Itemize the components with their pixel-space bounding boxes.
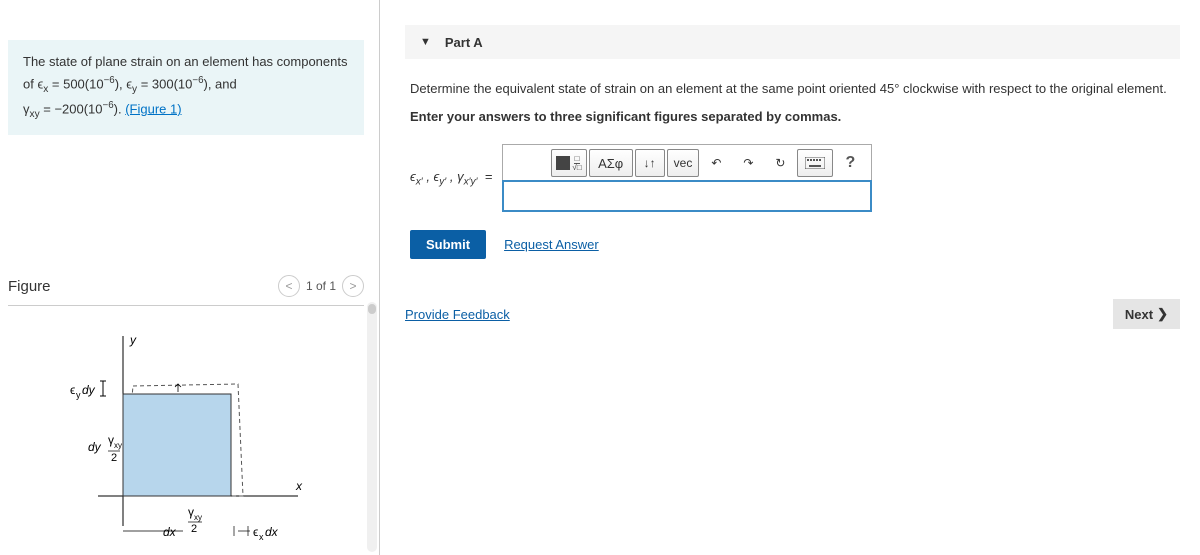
figure-counter: 1 of 1 <box>306 279 336 293</box>
next-button[interactable]: Next ❯ <box>1113 299 1180 329</box>
answer-variable-label: ϵx′ , ϵy′ , γx′y′ = <box>410 169 492 188</box>
answer-box: □√□ ΑΣφ ↓↑ vec ↶ ↷ ↻ ? <box>502 144 872 212</box>
svg-text:x: x <box>259 532 264 542</box>
request-answer-link[interactable]: Request Answer <box>504 237 599 252</box>
figure-diagram: x y ϵ y dy dy γ xy 2 γ <box>8 306 364 549</box>
question-text: Determine the equivalent state of strain… <box>405 79 1180 99</box>
part-header[interactable]: ▼ Part A <box>405 25 1180 59</box>
template-tool[interactable]: □√□ <box>551 149 586 177</box>
svg-text:dy: dy <box>82 383 96 397</box>
provide-feedback-link[interactable]: Provide Feedback <box>405 307 510 322</box>
svg-text:ϵ: ϵ <box>253 525 258 539</box>
figure-scrollbar[interactable] <box>367 302 377 555</box>
undo-button[interactable]: ↶ <box>701 149 731 177</box>
svg-text:y: y <box>129 333 137 347</box>
help-button[interactable]: ? <box>835 149 865 177</box>
svg-text:xy: xy <box>194 513 202 522</box>
figure-title: Figure <box>8 278 51 295</box>
next-label: Next <box>1125 307 1153 322</box>
chevron-right-icon: ❯ <box>1157 306 1168 322</box>
reset-button[interactable]: ↻ <box>765 149 795 177</box>
collapse-icon: ▼ <box>420 36 431 48</box>
svg-text:x: x <box>295 479 303 493</box>
svg-text:2: 2 <box>111 452 117 464</box>
svg-text:dx: dx <box>163 525 177 539</box>
svg-text:dx: dx <box>265 525 279 539</box>
answer-input[interactable] <box>503 181 871 211</box>
redo-button[interactable]: ↷ <box>733 149 763 177</box>
equation-toolbar: □√□ ΑΣφ ↓↑ vec ↶ ↷ ↻ ? <box>503 145 871 181</box>
svg-text:ϵ: ϵ <box>70 383 75 397</box>
svg-text:dy: dy <box>88 440 102 454</box>
svg-text:2: 2 <box>191 523 197 535</box>
symbols-tool[interactable]: ΑΣφ <box>589 149 633 177</box>
svg-text:y: y <box>76 390 81 400</box>
figure-next-button[interactable]: > <box>342 275 364 297</box>
figure-link[interactable]: (Figure 1) <box>125 101 181 116</box>
svg-text:xy: xy <box>114 441 122 450</box>
subscript-tool[interactable]: ↓↑ <box>635 149 665 177</box>
figure-prev-button[interactable]: < <box>278 275 300 297</box>
submit-button[interactable]: Submit <box>410 230 486 259</box>
part-title: Part A <box>445 35 483 50</box>
problem-statement: The state of plane strain on an element … <box>8 40 364 135</box>
keyboard-button[interactable] <box>797 149 833 177</box>
vector-tool[interactable]: vec <box>667 149 700 177</box>
answer-instructions: Enter your answers to three significant … <box>405 109 1180 124</box>
